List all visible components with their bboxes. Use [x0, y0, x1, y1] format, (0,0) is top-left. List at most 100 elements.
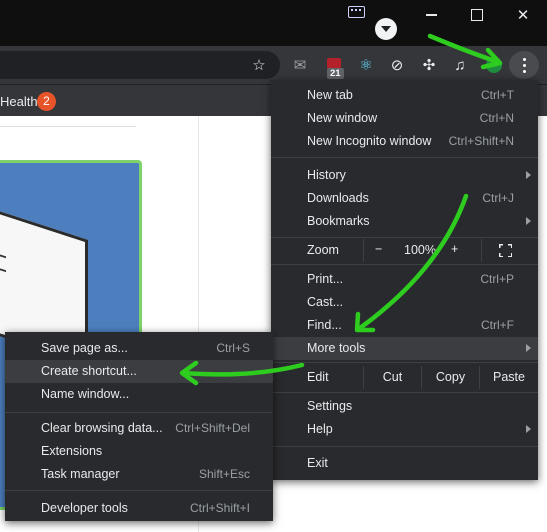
block-extension-icon[interactable]: ⊘ — [388, 56, 406, 74]
submenu-item-developer-tools[interactable]: Developer tools Ctrl+Shift+I — [5, 497, 273, 520]
menu-separator — [271, 446, 538, 447]
menu-item-new-incognito-window[interactable]: New Incognito window Ctrl+Shift+N — [271, 130, 538, 153]
menu-item-shortcut: Ctrl+N — [479, 111, 514, 125]
media-playlist-icon[interactable]: ♫ — [451, 56, 469, 74]
menu-item-find[interactable]: Find... Ctrl+F — [271, 314, 538, 337]
submenu-item-save-page-as[interactable]: Save page as... Ctrl+S — [5, 337, 273, 360]
submenu-arrow-icon — [526, 425, 531, 433]
menu-item-shortcut: Ctrl+Shift+I — [189, 501, 250, 515]
zoom-level: 100% — [404, 243, 436, 257]
menu-item-settings[interactable]: Settings — [271, 395, 538, 418]
menu-item-shortcut: Ctrl+T — [481, 88, 514, 102]
menu-item-label: Help — [307, 422, 333, 436]
menu-item-more-tools[interactable]: More tools — [271, 337, 538, 360]
submenu-item-extensions[interactable]: Extensions — [5, 440, 273, 463]
menu-item-shortcut: Ctrl+S — [216, 341, 250, 355]
menu-item-label: New Incognito window — [307, 134, 432, 148]
copy-button[interactable]: Copy — [421, 366, 479, 389]
fullscreen-icon[interactable] — [499, 244, 512, 257]
title-bar: ✕ — [0, 0, 547, 46]
ublock-count-badge: 21 — [327, 68, 344, 79]
react-devtools-icon[interactable]: ⚛ — [357, 56, 375, 74]
address-bar[interactable] — [0, 51, 280, 79]
menu-separator — [271, 362, 538, 363]
chrome-menu-button[interactable] — [509, 51, 539, 79]
menu-item-label: Save page as... — [41, 341, 128, 355]
submenu-item-task-manager[interactable]: Task manager Shift+Esc — [5, 463, 273, 486]
menu-separator — [5, 412, 272, 413]
close-button[interactable]: ✕ — [500, 0, 546, 30]
mail-icon[interactable]: ✉ — [291, 56, 309, 74]
menu-item-label: History — [307, 168, 346, 182]
menu-separator — [271, 237, 538, 238]
submenu-item-create-shortcut[interactable]: Create shortcut... — [5, 360, 273, 383]
menu-item-label: Task manager — [41, 467, 120, 481]
edit-controls: Edit Cut Copy Paste — [271, 366, 538, 389]
zoom-control: Zoom − 100% + — [271, 239, 538, 262]
submenu-arrow-icon — [526, 171, 531, 179]
kebab-dot — [522, 69, 526, 73]
menu-item-shortcut: Ctrl+J — [482, 191, 514, 205]
menu-item-exit[interactable]: Exit — [271, 452, 538, 475]
menu-item-history[interactable]: History — [271, 164, 538, 187]
illustration-mark — [0, 251, 6, 273]
menu-item-label: Bookmarks — [307, 214, 370, 228]
submenu-item-name-window[interactable]: Name window... — [5, 383, 273, 406]
menu-item-label: New window — [307, 111, 378, 125]
submenu-arrow-icon — [526, 344, 531, 352]
browser-toolbar: ☆ ✉ 21 ⚛ ⊘ ✣ ♫ — [0, 46, 547, 84]
download-arrow-icon[interactable] — [375, 18, 397, 40]
menu-item-label: More tools — [307, 341, 366, 355]
maximize-button[interactable] — [454, 0, 500, 30]
chrome-main-menu: New tab Ctrl+T New window Ctrl+N New Inc… — [271, 80, 538, 480]
keyboard-icon[interactable] — [348, 6, 365, 18]
edit-label: Edit — [307, 370, 329, 384]
menu-item-shortcut: Shift+Esc — [198, 467, 250, 481]
menu-item-shortcut: Ctrl+F — [481, 318, 514, 332]
menu-item-label: Create shortcut... — [41, 364, 137, 378]
menu-item-shortcut: Ctrl+Shift+Del — [175, 421, 250, 435]
profile-avatar-icon[interactable] — [485, 56, 503, 74]
notification-badge: 2 — [37, 92, 56, 111]
bookmark-health[interactable]: Health — [0, 94, 38, 109]
kebab-dot — [522, 63, 526, 67]
menu-separator — [271, 392, 538, 393]
menu-separator — [271, 157, 538, 158]
menu-item-cast[interactable]: Cast... — [271, 291, 538, 314]
zoom-out-button[interactable]: − — [375, 242, 382, 256]
submenu-item-clear-browsing-data[interactable]: Clear browsing data... Ctrl+Shift+Del — [5, 417, 273, 440]
zoom-label: Zoom — [307, 243, 339, 257]
menu-item-bookmarks[interactable]: Bookmarks — [271, 210, 538, 233]
menu-separator — [5, 490, 272, 491]
minimize-button[interactable] — [408, 0, 454, 30]
menu-item-downloads[interactable]: Downloads Ctrl+J — [271, 187, 538, 210]
menu-item-label: Downloads — [307, 191, 369, 205]
menu-separator — [271, 264, 538, 265]
menu-item-label: Print... — [307, 272, 344, 286]
kebab-dot — [522, 57, 526, 61]
submenu-arrow-icon — [526, 217, 531, 225]
menu-item-new-tab[interactable]: New tab Ctrl+T — [271, 84, 538, 107]
menu-item-label: New tab — [307, 88, 353, 102]
zoom-in-button[interactable]: + — [451, 242, 458, 256]
menu-item-help[interactable]: Help — [271, 418, 538, 441]
menu-item-label: Developer tools — [41, 501, 128, 515]
menu-item-print[interactable]: Print... Ctrl+P — [271, 268, 538, 291]
menu-item-new-window[interactable]: New window Ctrl+N — [271, 107, 538, 130]
extensions-puzzle-icon[interactable]: ✣ — [420, 56, 438, 74]
menu-item-shortcut: Ctrl+P — [480, 272, 514, 286]
menu-item-shortcut: Ctrl+Shift+N — [448, 134, 514, 148]
menu-item-label: Exit — [307, 456, 328, 470]
menu-item-label: Settings — [307, 399, 353, 413]
menu-item-label: Name window... — [41, 387, 130, 401]
more-tools-submenu: Save page as... Ctrl+S Create shortcut..… — [5, 332, 273, 521]
zoom-divider — [481, 239, 482, 262]
content-divider — [0, 126, 136, 127]
bookmark-star-icon[interactable]: ☆ — [250, 56, 268, 74]
paste-button[interactable]: Paste — [479, 366, 538, 389]
cut-button[interactable]: Cut — [363, 366, 421, 389]
menu-item-label: Clear browsing data... — [41, 421, 163, 435]
menu-item-label: Find... — [307, 318, 342, 332]
menu-item-label: Extensions — [41, 444, 103, 458]
menu-item-label: Cast... — [307, 295, 344, 309]
